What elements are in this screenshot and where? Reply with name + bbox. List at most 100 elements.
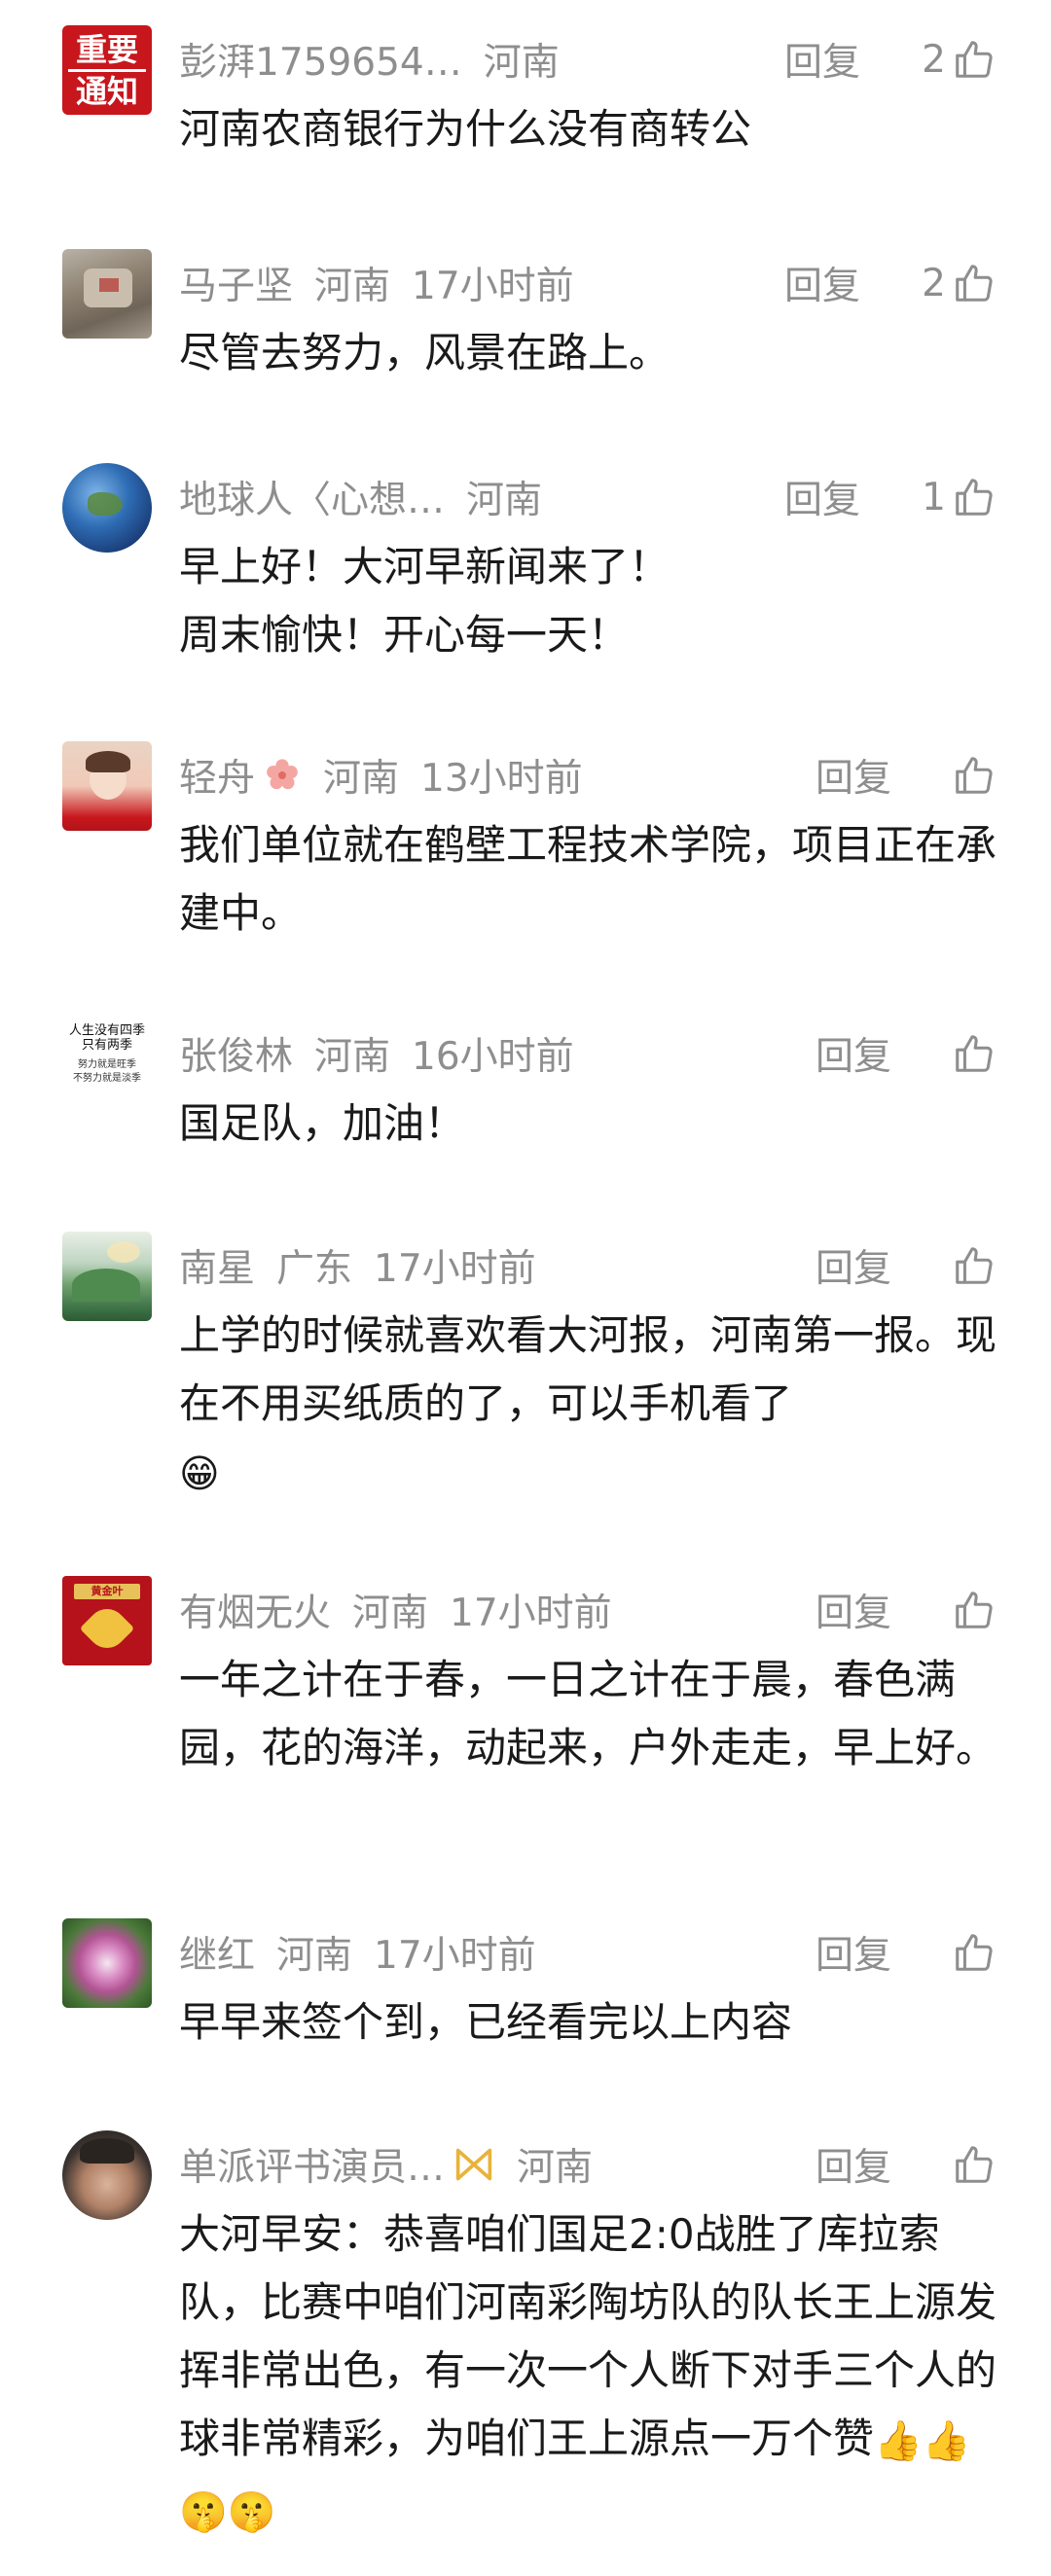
- username[interactable]: 地球人〈心想…: [179, 470, 445, 524]
- avatar[interactable]: 黄金叶: [62, 1576, 152, 1665]
- comment-item: 南星 广东 17小时前 回复 上学的时候就喜欢看大河报，河南第一报。现在不用买纸…: [0, 1232, 1051, 1523]
- comment-item: 轻舟 河南 13小时前 回复 我们单位就在鹤壁工程技术学院，项目正在承建中。: [0, 741, 1051, 965]
- comment-text: 上学的时候就喜欢看大河报，河南第一报。现在不用买纸质的了，可以手机看了 😁: [179, 1302, 1006, 1509]
- avatar[interactable]: [62, 463, 152, 553]
- username[interactable]: 南星: [179, 1238, 255, 1293]
- comment-item: 黄金叶 有烟无火 河南 17小时前 回复 一年之计在于春，一日之计在于晨，春色满…: [0, 1576, 1051, 1868]
- comment-text: 我们单位就在鹤壁工程技术学院，项目正在承建中。: [179, 821, 997, 937]
- reply-button[interactable]: 回复: [815, 1232, 891, 1300]
- location: 河南: [276, 1934, 353, 1978]
- reply-button[interactable]: 回复: [815, 2130, 891, 2199]
- reply-button[interactable]: 回复: [784, 25, 860, 93]
- location: 河南: [323, 757, 400, 801]
- comment-feed: 重要 通知 彭湃1759654… 河南 回复 2 河南农商银行为什么没有商转公 …: [0, 0, 1051, 2576]
- thumbs-up-icon: [956, 1035, 993, 1072]
- thumbs-up-icon: [956, 757, 993, 794]
- like-count: 2: [922, 37, 946, 82]
- comment-item: 地球人〈心想… 河南 回复 1 早上好！大河早新闻来了！ 周末愉快！开心每一天！: [0, 463, 1051, 687]
- comment-meta: 继红 河南 17小时前: [179, 1918, 536, 1986]
- bow-badge-icon: [453, 2145, 495, 2184]
- like-button[interactable]: [946, 1918, 997, 1986]
- reply-button[interactable]: 回复: [815, 1918, 891, 1986]
- thumbs-up-icon: [956, 1934, 993, 1971]
- like-button[interactable]: [946, 1020, 997, 1088]
- like-button[interactable]: [946, 1576, 997, 1644]
- reply-button[interactable]: 回复: [784, 249, 860, 317]
- comment-text: 一年之计在于春，一日之计在于晨，春色满园，花的海洋，动起来，户外走走，早上好。: [179, 1656, 997, 1771]
- avatar-photo-detail: [88, 492, 123, 516]
- location: 河南: [314, 1035, 391, 1079]
- comment-item: 继红 河南 17小时前 回复 早早来签个到，已经看完以上内容: [0, 1918, 1051, 2074]
- comment-text: 大河早安：恭喜咱们国足2:0战胜了库拉索队，比赛中咱们河南彩陶坊队的队长王上源发…: [179, 2200, 1006, 2546]
- comment-text: 早上好！大河早新闻来了！ 周末愉快！开心每一天！: [179, 543, 670, 659]
- username[interactable]: 张俊林: [179, 1026, 293, 1081]
- location: 河南: [483, 41, 560, 85]
- timestamp: 17小时前: [374, 1247, 536, 1291]
- comment-meta: 彭湃1759654… 河南: [179, 25, 560, 93]
- like-count: 1: [922, 475, 946, 519]
- avatar[interactable]: [62, 1232, 152, 1321]
- comment-item: 单派评书演员… 河南 回复 大河早安：恭喜咱们国足2:0战胜了库拉索队，比赛中咱…: [0, 2130, 1051, 2558]
- avatar-photo-detail: [79, 1600, 135, 1657]
- avatar-photo-detail: [107, 1241, 140, 1263]
- timestamp: 13小时前: [420, 757, 583, 801]
- comment-text: 尽管去努力，风景在路上。: [179, 329, 670, 376]
- comment-meta: 地球人〈心想… 河南: [179, 463, 542, 531]
- like-button[interactable]: [946, 2130, 997, 2199]
- avatar-label: 只有两季: [81, 1038, 132, 1053]
- like-button[interactable]: [946, 741, 997, 809]
- username[interactable]: 有烟无火: [179, 1583, 331, 1637]
- comment-meta: 单派评书演员… 河南: [179, 2130, 593, 2199]
- comment-text: 河南农商银行为什么没有商转公: [179, 105, 752, 153]
- avatar[interactable]: [62, 741, 152, 831]
- avatar[interactable]: [62, 249, 152, 339]
- avatar-label: 努力就是旺季: [78, 1059, 136, 1070]
- avatar[interactable]: 重要 通知: [62, 25, 152, 115]
- comment-item: 人生没有四季 只有两季 努力就是旺季 不努力就是淡季 张俊林 河南 16小时前 …: [0, 1020, 1051, 1175]
- timestamp: 17小时前: [412, 265, 574, 308]
- username[interactable]: 彭湃1759654…: [179, 32, 462, 87]
- location: 河南: [352, 1592, 429, 1635]
- comment-text: 国足队，加油！: [179, 1099, 466, 1147]
- avatar-label: 重要: [75, 30, 138, 68]
- avatar-photo-detail: [86, 751, 130, 772]
- thumbs-up-icon: [956, 41, 993, 78]
- comment-meta: 有烟无火 河南 17小时前: [179, 1576, 612, 1644]
- location: 河南: [517, 2146, 594, 2190]
- comment-item: 重要 通知 彭湃1759654… 河南 回复 2 河南农商银行为什么没有商转公: [0, 25, 1051, 220]
- location: 河南: [466, 479, 543, 522]
- username[interactable]: 轻舟: [179, 748, 255, 803]
- thumbs-up-icon: [956, 479, 993, 516]
- like-button[interactable]: 2: [922, 25, 997, 93]
- thumbs-up-icon: [956, 265, 993, 302]
- timestamp: 16小时前: [412, 1035, 574, 1079]
- avatar-label: 人生没有四季: [68, 1023, 145, 1038]
- comment-meta: 轻舟 河南 13小时前: [179, 741, 583, 809]
- username[interactable]: 继红: [179, 1925, 255, 1980]
- comment-item: 马子坚 河南 17小时前 回复 2 尽管去努力，风景在路上。: [0, 249, 1051, 405]
- username[interactable]: 单派评书演员…: [179, 2137, 445, 2192]
- comment-meta: 南星 广东 17小时前: [179, 1232, 536, 1300]
- thumbs-up-icon: [956, 1592, 993, 1628]
- like-button[interactable]: 2: [922, 249, 997, 317]
- comment-body: 上学的时候就喜欢看大河报，河南第一报。现在不用买纸质的了，可以手机看了: [179, 1311, 997, 1427]
- flower-icon: [263, 756, 302, 795]
- like-button[interactable]: 1: [922, 463, 997, 531]
- reply-button[interactable]: 回复: [815, 1576, 891, 1644]
- like-count: 2: [922, 261, 946, 305]
- avatar-photo-detail: [99, 278, 119, 292]
- location: 广东: [276, 1247, 353, 1291]
- comment-meta: 张俊林 河南 16小时前: [179, 1020, 574, 1088]
- like-button[interactable]: [946, 1232, 997, 1300]
- avatar[interactable]: [62, 1918, 152, 2008]
- avatar-divider: [68, 68, 146, 72]
- avatar[interactable]: [62, 2130, 152, 2220]
- username[interactable]: 马子坚: [179, 256, 293, 310]
- avatar-label: 通知: [75, 72, 138, 110]
- reply-button[interactable]: 回复: [815, 741, 891, 809]
- reply-button[interactable]: 回复: [784, 463, 860, 531]
- thumbs-up-icon: [956, 2146, 993, 2183]
- timestamp: 17小时前: [450, 1592, 612, 1635]
- avatar[interactable]: 人生没有四季 只有两季 努力就是旺季 不努力就是淡季: [62, 1020, 152, 1109]
- reply-button[interactable]: 回复: [815, 1020, 891, 1088]
